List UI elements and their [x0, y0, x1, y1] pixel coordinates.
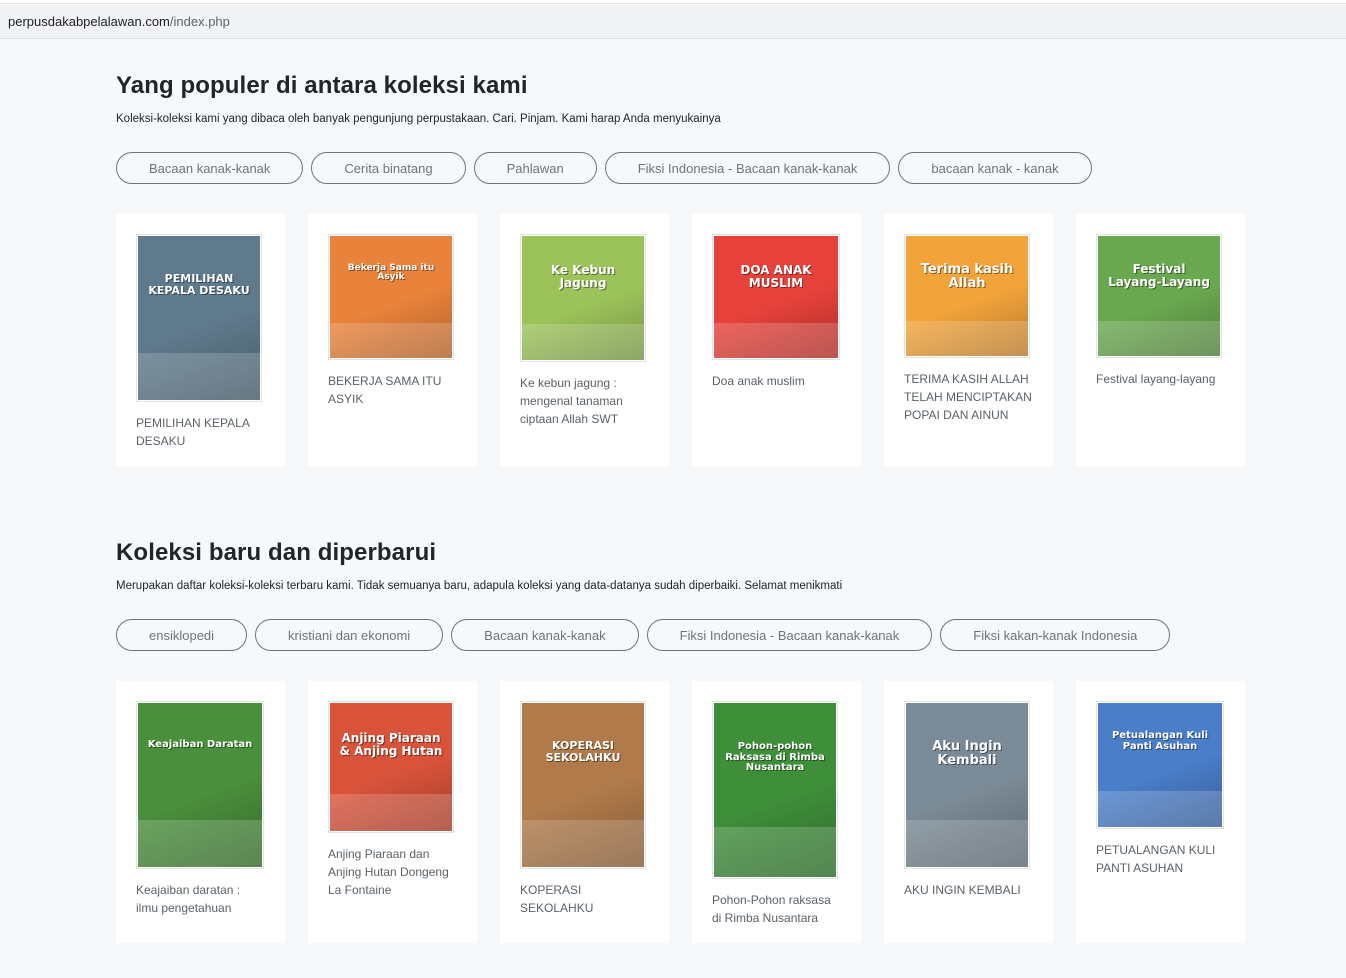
- book-cover-illustration: [1098, 791, 1222, 827]
- book-cover-image[interactable]: Keajaiban Daratan: [136, 701, 264, 869]
- popular-tag-1[interactable]: Cerita binatang: [311, 152, 466, 184]
- latest-tag-2[interactable]: Bacaan kanak-kanak: [451, 619, 639, 651]
- latest-book-card[interactable]: Anjing Piaraan & Anjing Hutan Anjing Piar…: [308, 681, 477, 943]
- book-cover-image[interactable]: DOA ANAK MUSLIM: [712, 234, 840, 360]
- book-cover-image[interactable]: Petualangan Kuli Panti Asuhan: [1096, 701, 1224, 829]
- popular-tag-3[interactable]: Fiksi Indonesia - Bacaan kanak-kanak: [604, 152, 891, 184]
- book-cover-title: Petualangan Kuli Panti Asuhan: [1111, 730, 1209, 752]
- latest-tag-1[interactable]: kristiani dan ekonomi: [255, 619, 444, 651]
- book-cover-illustration: [138, 820, 262, 867]
- latest-section-description: Merupakan daftar koleksi-koleksi terbaru…: [116, 580, 843, 592]
- book-cover-image[interactable]: Bekerja Sama itu Asyik: [328, 234, 454, 360]
- book-title[interactable]: Festival layang-layang: [1096, 370, 1225, 388]
- book-cover-illustration: [522, 324, 644, 360]
- book-title[interactable]: Anjing Piaraan dan Anjing Hutan Dongeng …: [328, 845, 457, 899]
- book-cover-illustration: [906, 820, 1028, 867]
- book-cover-title: DOA ANAK MUSLIM: [740, 263, 812, 290]
- latest-tag-list: ensiklopedi kristiani dan ekonomi Bacaan k…: [116, 619, 1171, 651]
- latest-book-card[interactable]: KOPERASI SEKOLAHKU KOPERASI SEKOLAHKU: [500, 681, 669, 943]
- browser-top-strip: [0, 0, 1346, 4]
- book-cover-image[interactable]: PEMILIHAN KEPALA DESAKU: [136, 234, 262, 402]
- book-cover-image[interactable]: Terima kasih Allah: [904, 234, 1030, 358]
- book-cover-image[interactable]: Festival Layang-Layang: [1096, 234, 1222, 358]
- book-cover-title: Bekerja Sama itu Asyik: [347, 263, 435, 283]
- popular-tag-2[interactable]: Pahlawan: [473, 152, 597, 184]
- popular-book-card[interactable]: PEMILIHAN KEPALA DESAKU PEMILIHAN KEPALA …: [116, 214, 285, 466]
- book-cover-title: Anjing Piaraan & Anjing Hutan: [339, 731, 443, 758]
- book-title[interactable]: PETUALANGAN KULI PANTI ASUHAN: [1096, 841, 1225, 877]
- latest-book-card[interactable]: Aku Ingin Kembali AKU INGIN KEMBALI: [884, 681, 1053, 943]
- book-title[interactable]: Doa anak muslim: [712, 372, 841, 390]
- book-cover-illustration: [906, 321, 1028, 356]
- address-bar[interactable]: perpusdakabpelalawan.com/index.php: [0, 5, 1346, 39]
- book-cover-title: Terima kasih Allah: [920, 262, 1014, 291]
- book-cover-illustration: [714, 827, 836, 877]
- book-cover-title: Festival Layang-Layang: [1108, 262, 1210, 289]
- popular-book-card[interactable]: Bekerja Sama itu Asyik BEKERJA SAMA ITU A…: [308, 214, 477, 466]
- latest-book-card[interactable]: Keajaiban Daratan Keajaiban daratan : ilm…: [116, 681, 285, 943]
- latest-tag-0[interactable]: ensiklopedi: [116, 619, 248, 651]
- popular-tag-4[interactable]: bacaan kanak - kanak: [898, 152, 1092, 184]
- book-title[interactable]: Pohon-Pohon raksasa di Rimba Nusantara: [712, 891, 841, 927]
- popular-book-card[interactable]: DOA ANAK MUSLIM Doa anak muslim: [692, 214, 861, 466]
- latest-section-title: Koleksi baru dan diperbarui: [116, 539, 437, 566]
- book-cover-image[interactable]: Aku Ingin Kembali: [904, 701, 1030, 869]
- popular-book-list: PEMILIHAN KEPALA DESAKU PEMILIHAN KEPALA …: [116, 214, 1245, 466]
- book-title[interactable]: Keajaiban daratan : ilmu pengetahuan: [136, 881, 265, 917]
- latest-book-card[interactable]: Petualangan Kuli Panti Asuhan PETUALANGAN…: [1076, 681, 1245, 943]
- book-cover-title: Aku Ingin Kembali: [932, 739, 1002, 768]
- book-cover-image[interactable]: Ke Kebun Jagung: [520, 234, 646, 362]
- latest-book-list: Keajaiban Daratan Keajaiban daratan : ilm…: [116, 681, 1245, 943]
- book-title[interactable]: Ke kebun jagung : mengenal tanaman cipta…: [520, 374, 649, 428]
- latest-tag-4[interactable]: Fiksi kakan-kanak Indonesia: [940, 619, 1171, 651]
- book-title[interactable]: TERIMA KASIH ALLAH TELAH MENCIPTAKAN POP…: [904, 370, 1033, 424]
- url-path: /index.php: [169, 14, 230, 29]
- book-cover-illustration: [138, 353, 260, 400]
- url-text[interactable]: perpusdakabpelalawan.com/index.php: [8, 14, 230, 29]
- book-cover-illustration: [330, 323, 452, 358]
- book-cover-image[interactable]: KOPERASI SEKOLAHKU: [520, 701, 646, 869]
- book-cover-illustration: [522, 820, 644, 867]
- book-cover-illustration: [1098, 321, 1220, 356]
- popular-tag-list: Bacaan kanak-kanak Cerita binatang Pahlawa…: [116, 152, 1092, 184]
- url-domain: perpusdakabpelalawan.com: [8, 14, 170, 29]
- popular-book-card[interactable]: Festival Layang-Layang Festival layang-la…: [1076, 214, 1245, 466]
- book-cover-title: PEMILIHAN KEPALA DESAKU: [148, 272, 250, 297]
- book-cover-title: Ke Kebun Jagung: [550, 263, 616, 290]
- book-title[interactable]: AKU INGIN KEMBALI: [904, 881, 1033, 899]
- book-cover-illustration: [714, 323, 838, 358]
- book-cover-image[interactable]: Pohon-pohon Raksasa di Rimba Nusantara: [712, 701, 838, 879]
- latest-tag-3[interactable]: Fiksi Indonesia - Bacaan kanak-kanak: [646, 619, 933, 651]
- book-title[interactable]: PEMILIHAN KEPALA DESAKU: [136, 414, 265, 450]
- book-cover-title: Pohon-pohon Raksasa di Rimba Nusantara: [725, 741, 825, 773]
- popular-book-card[interactable]: Terima kasih Allah TERIMA KASIH ALLAH TEL…: [884, 214, 1053, 466]
- popular-section-description: Koleksi-koleksi kami yang dibaca oleh ba…: [116, 113, 721, 125]
- book-title[interactable]: KOPERASI SEKOLAHKU: [520, 881, 649, 917]
- book-cover-title: Keajaiban Daratan: [147, 739, 253, 750]
- book-cover-illustration: [330, 794, 452, 831]
- book-title[interactable]: BEKERJA SAMA ITU ASYIK: [328, 372, 457, 408]
- book-cover-title: KOPERASI SEKOLAHKU: [545, 739, 621, 764]
- popular-book-card[interactable]: Ke Kebun Jagung Ke kebun jagung : mengena…: [500, 214, 669, 466]
- popular-section-title: Yang populer di antara koleksi kami: [116, 72, 528, 99]
- book-cover-image[interactable]: Anjing Piaraan & Anjing Hutan: [328, 701, 454, 833]
- latest-book-card[interactable]: Pohon-pohon Raksasa di Rimba Nusantara Po…: [692, 681, 861, 943]
- popular-tag-0[interactable]: Bacaan kanak-kanak: [116, 152, 304, 184]
